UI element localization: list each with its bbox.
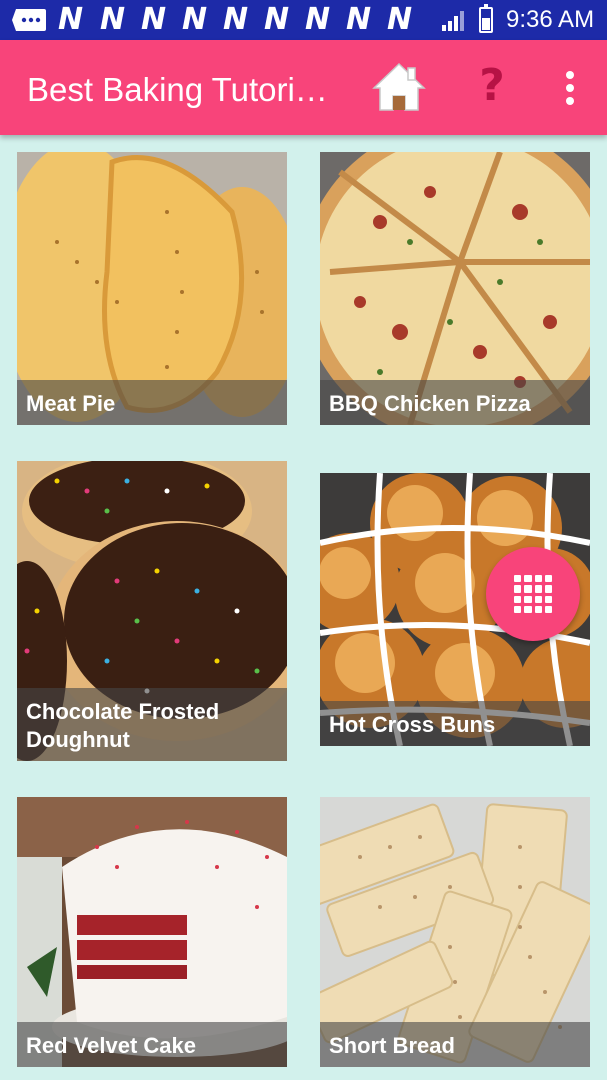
recipe-title: Meat Pie [17,380,287,425]
message-icon [12,9,46,31]
recipe-title: Red Velvet Cake [17,1022,287,1067]
more-vert-icon[interactable] [557,68,583,108]
app-bar: Best Baking Tutori… ? [0,40,607,135]
help-icon[interactable]: ? [472,58,512,114]
status-bar: N N N N N N N N N 9:36 AM [0,0,607,40]
n-notification-icon: N [346,2,372,37]
recipe-title: Hot Cross Buns [320,701,590,746]
recipe-card[interactable]: Chocolate Frosted Doughnut [17,461,287,761]
battery-icon [479,4,493,33]
apps-grid-icon [514,575,552,613]
signal-icon [442,11,464,31]
recipe-card[interactable]: Short Bread [320,797,590,1067]
n-notification-icon: N [141,2,167,37]
recipe-card[interactable]: BBQ Chicken Pizza [320,152,590,425]
status-time: 9:36 AM [506,6,595,33]
n-notification-icon: N [305,2,331,37]
home-icon[interactable] [372,60,426,114]
recipe-title: Chocolate Frosted Doughnut [17,688,287,761]
recipe-card[interactable]: Red Velvet Cake [17,797,287,1067]
app-title: Best Baking Tutori… [27,71,328,108]
n-notification-icon: N [223,2,249,37]
n-notification-icon: N [387,2,413,37]
recipe-title: Short Bread [320,1022,590,1067]
n-notification-icon: N [100,2,126,37]
apps-fab-button[interactable] [486,547,580,641]
n-notification-icon: N [182,2,208,37]
recipe-card[interactable]: Meat Pie [17,152,287,425]
n-notification-icon: N [58,2,84,37]
recipe-title: BBQ Chicken Pizza [320,380,590,425]
n-notification-icon: N [264,2,290,37]
